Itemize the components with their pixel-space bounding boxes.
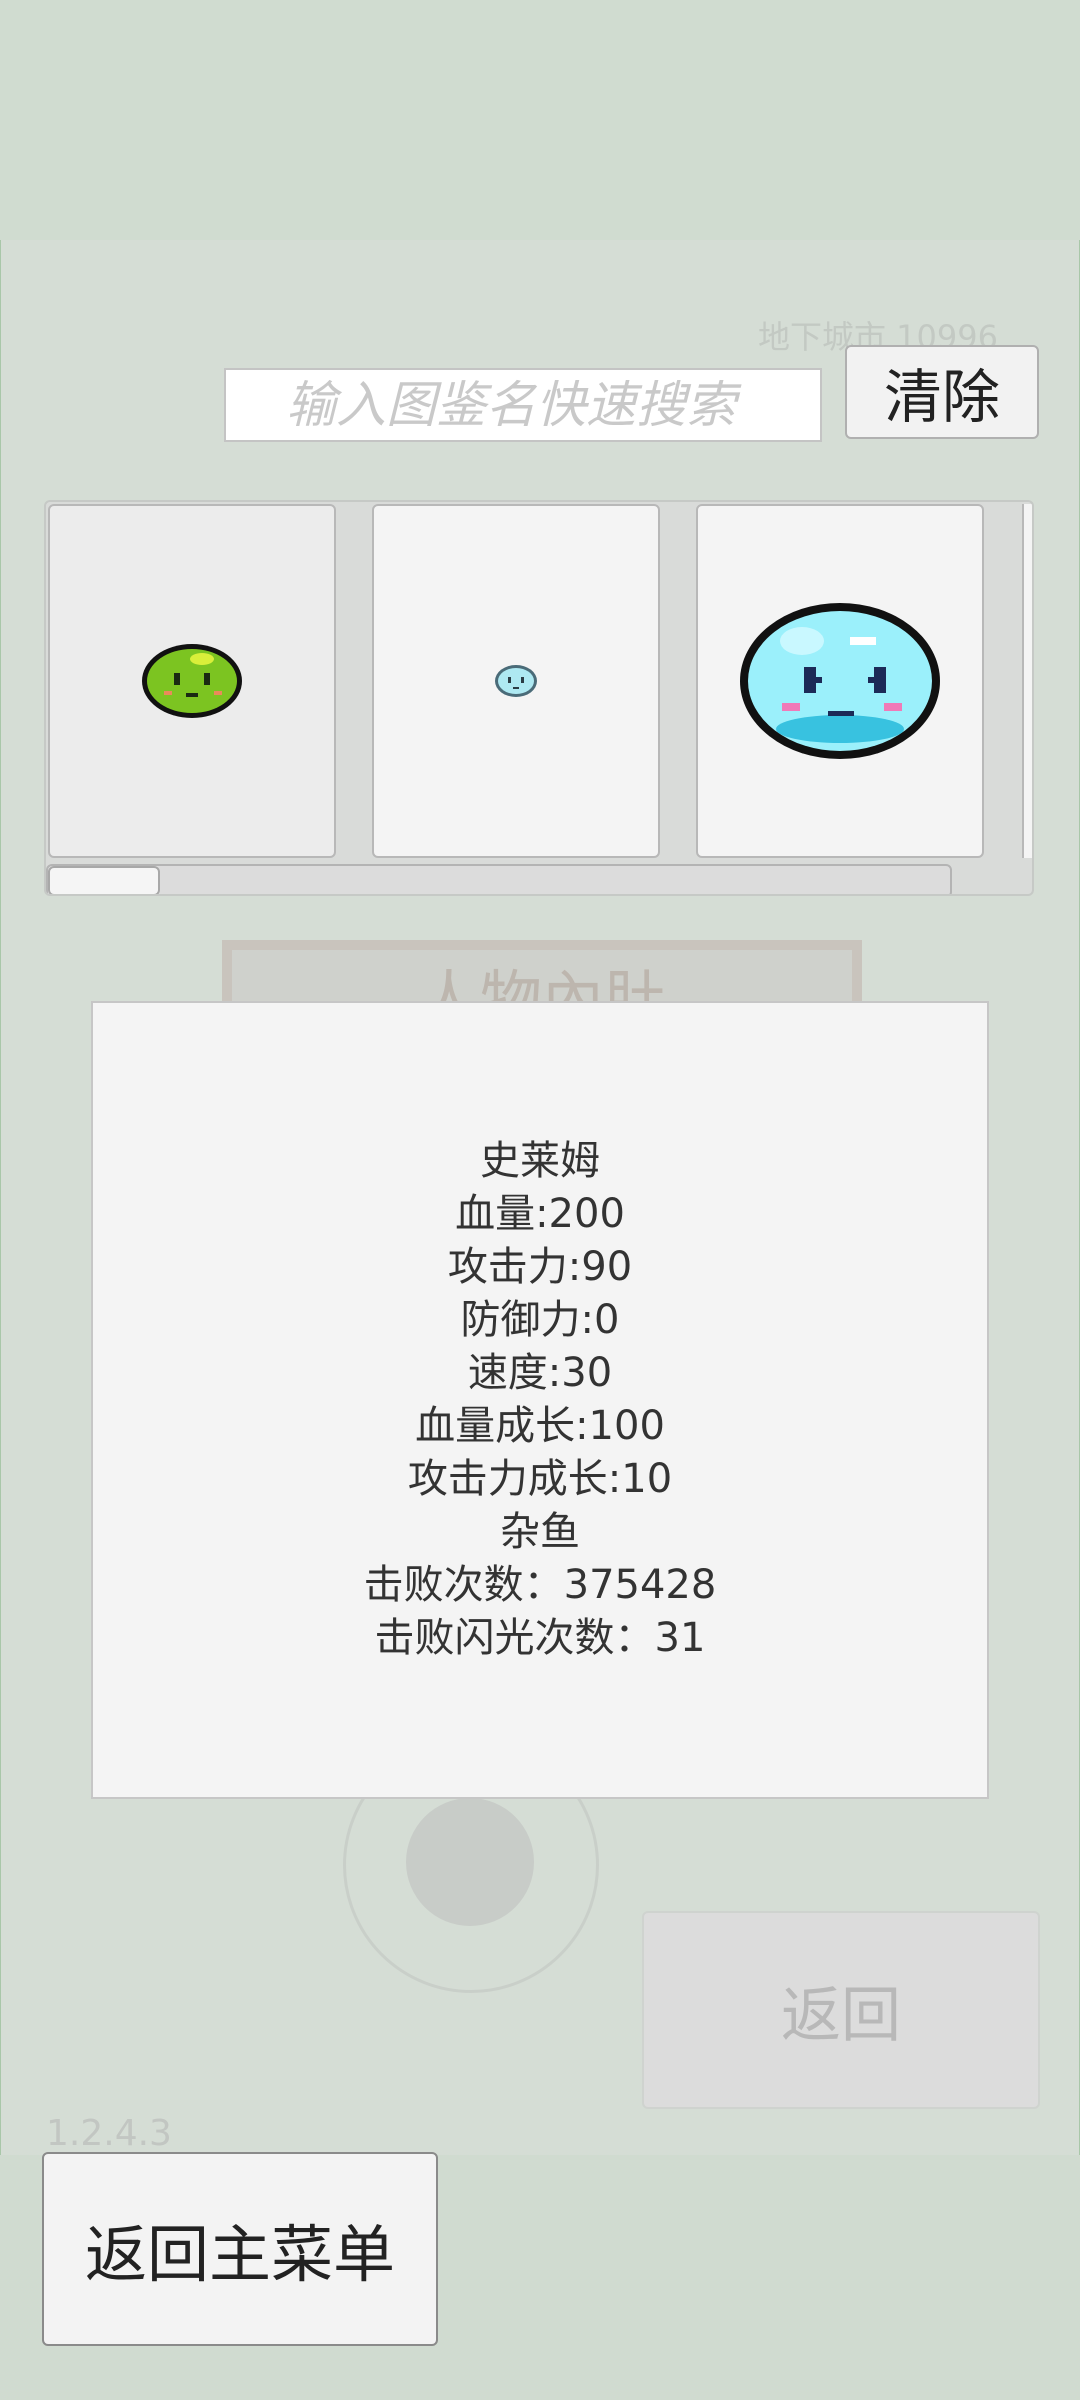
search-input[interactable]: [224, 368, 822, 442]
faded-return-button: 返回: [642, 1911, 1040, 2109]
big-blue-slime-icon: [740, 603, 940, 759]
monster-carousel[interactable]: [44, 500, 1034, 896]
monster-card-next-peek[interactable]: [1022, 504, 1032, 858]
clear-button[interactable]: 清除: [845, 345, 1039, 439]
stat-hp: 血量:200: [455, 1191, 625, 1237]
carousel-scrollbar[interactable]: [46, 864, 952, 894]
stat-hp-growth: 血量成长:100: [415, 1403, 665, 1449]
monster-card-tiny-blue-slime[interactable]: [372, 504, 660, 858]
tiny-blue-slime-icon: [495, 665, 537, 697]
stat-speed: 速度:30: [467, 1350, 613, 1396]
top-band: [0, 0, 1080, 240]
monster-rank: 杂鱼: [500, 1509, 580, 1555]
green-slime-icon: [142, 644, 242, 718]
monster-name: 史莱姆: [480, 1138, 600, 1184]
stat-attack-growth: 攻击力成长:10: [407, 1456, 673, 1502]
stat-attack: 攻击力:90: [447, 1244, 633, 1290]
stat-defense: 防御力:0: [460, 1297, 620, 1343]
monster-info-panel: 史莱姆 血量:200 攻击力:90 防御力:0 速度:30 血量成长:100 攻…: [91, 1001, 989, 1799]
shiny-defeat-count: 击败闪光次数：31: [374, 1615, 706, 1661]
main-menu-button[interactable]: 返回主菜单: [42, 2152, 438, 2346]
monster-card-green-slime[interactable]: [48, 504, 336, 858]
monster-card-big-blue-slime[interactable]: [696, 504, 984, 858]
faded-joystick-knob: [406, 1798, 534, 1926]
version-label: 1.2.4.3: [46, 2113, 172, 2154]
defeat-count: 击败次数：375428: [363, 1562, 717, 1608]
carousel-scrollbar-thumb[interactable]: [48, 866, 160, 894]
